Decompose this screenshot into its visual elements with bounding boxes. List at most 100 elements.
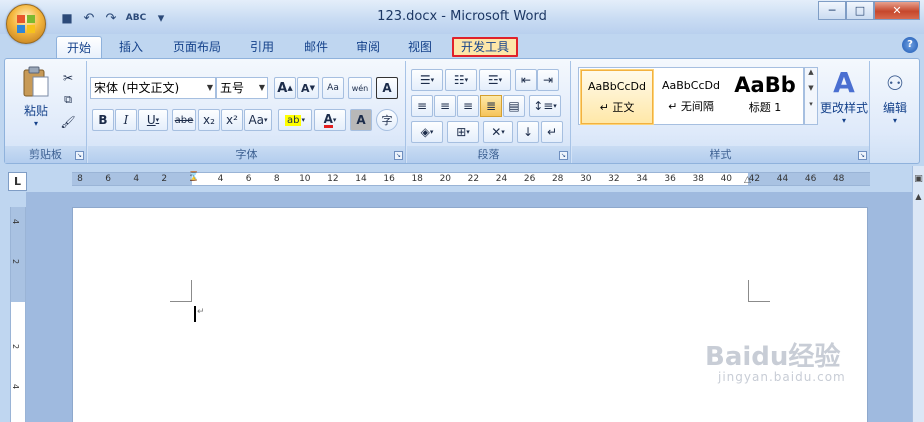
change-case-button[interactable]: Aa ▾: [244, 109, 272, 131]
underline-button[interactable]: U ▾: [138, 109, 168, 131]
tab-mailings[interactable]: 邮件: [294, 36, 338, 58]
style-sample: AaBbCcDd: [662, 79, 720, 92]
ruler-tick: 46: [804, 174, 817, 184]
character-shading-icon[interactable]: A: [350, 109, 372, 131]
change-styles-label: 更改样式: [819, 101, 868, 115]
superscript-button[interactable]: x²: [221, 109, 243, 131]
ruler-tick: 40: [720, 174, 733, 184]
ruler-tick: 32: [608, 174, 620, 184]
style-name: ↵ 正文: [599, 101, 635, 114]
chevron-down-icon: ▾: [841, 116, 846, 125]
shrink-font-icon[interactable]: A ▼: [297, 77, 319, 99]
phonetic-guide-icon[interactable]: wén: [348, 77, 372, 99]
change-styles-icon: A: [833, 66, 855, 99]
format-painter-icon[interactable]: 🖌: [57, 111, 79, 133]
grow-font-icon[interactable]: A ▲: [274, 77, 296, 99]
cut-icon[interactable]: ✂: [57, 67, 79, 89]
vertical-ruler[interactable]: 4 2 2 4: [10, 207, 26, 422]
multilevel-list-icon[interactable]: ☲ ▾: [479, 69, 511, 91]
ruler-toggle-icon[interactable]: ▣: [913, 174, 924, 184]
copy-icon[interactable]: ⧉: [57, 89, 79, 111]
change-styles-button[interactable]: A 更改样式 ▾: [818, 67, 870, 137]
binoculars-icon: ⚇: [886, 71, 904, 95]
align-right-icon[interactable]: ≡: [457, 95, 479, 117]
paragraph-launcher-icon[interactable]: ↘: [559, 151, 568, 160]
strikethrough-button[interactable]: abe: [172, 109, 196, 131]
italic-button[interactable]: I: [115, 109, 137, 131]
scroll-up-icon[interactable]: ▲: [805, 68, 817, 76]
sort-icon[interactable]: ↓: [517, 121, 539, 143]
ruler-tick: 10: [299, 174, 311, 184]
tab-selector-button[interactable]: L: [8, 172, 27, 191]
ruler-tick: 24: [495, 174, 508, 184]
font-name-combo[interactable]: 宋体 (中文正文) ▼: [90, 77, 216, 99]
line-spacing-icon[interactable]: ↕≡ ▾: [529, 95, 561, 117]
style-heading-1[interactable]: AaBb 标题 1: [729, 70, 801, 124]
indent-marker-icon[interactable]: ⌛: [188, 172, 199, 182]
justify-icon[interactable]: ≣: [480, 95, 502, 117]
align-left-icon[interactable]: ≡: [411, 95, 433, 117]
editing-button[interactable]: ⚇ 编辑 ▾: [875, 67, 915, 137]
paste-icon: [23, 66, 49, 97]
highlight-button[interactable]: ab ▾: [278, 109, 312, 131]
borders-icon[interactable]: ⊞ ▾: [447, 121, 479, 143]
vertical-scrollbar[interactable]: ▣ ▲: [912, 166, 924, 422]
close-button[interactable]: ✕: [874, 1, 920, 20]
style-normal[interactable]: AaBbCcDd ↵ 正文: [580, 69, 654, 125]
enclose-characters-icon[interactable]: 字: [376, 109, 398, 131]
ruler-tick: 26: [523, 174, 536, 184]
font-launcher-icon[interactable]: ↘: [394, 151, 403, 160]
window-controls: ─ □ ✕: [818, 1, 920, 20]
ruler-tick: 2: [161, 174, 168, 184]
scroll-up-icon[interactable]: ▲: [913, 192, 924, 201]
scroll-down-icon[interactable]: ▼: [805, 84, 817, 92]
tab-developer[interactable]: 开发工具: [452, 37, 518, 57]
clear-formatting-icon[interactable]: Aa: [322, 77, 344, 99]
decrease-indent-icon[interactable]: ⇤: [515, 69, 537, 91]
bullets-icon[interactable]: ☰ ▾: [411, 69, 443, 91]
office-logo-icon: [17, 15, 35, 33]
styles-launcher-icon[interactable]: ↘: [858, 151, 867, 160]
help-icon[interactable]: ?: [902, 37, 918, 53]
maximize-button[interactable]: □: [846, 1, 874, 20]
right-indent-icon[interactable]: △: [744, 175, 751, 185]
paste-button[interactable]: 粘贴 ▾: [11, 65, 61, 133]
chinese-layout-icon[interactable]: ✕ ▾: [483, 121, 513, 143]
distributed-icon[interactable]: ▤: [503, 95, 525, 117]
ruler-tick: 6: [245, 174, 252, 184]
text-cursor: [194, 306, 196, 322]
minimize-button[interactable]: ─: [818, 1, 846, 20]
window-title: 123.docx - Microsoft Word: [377, 9, 547, 24]
gallery-more-icon[interactable]: ▾: [805, 100, 817, 108]
tab-insert[interactable]: 插入: [108, 36, 154, 58]
editing-group: ⚇ 编辑 ▾: [871, 61, 919, 163]
ruler-tick: 14: [355, 174, 367, 184]
paste-label: 粘贴: [23, 104, 48, 118]
bold-button[interactable]: B: [92, 109, 114, 131]
tab-references[interactable]: 引用: [240, 36, 284, 58]
increase-indent-icon[interactable]: ⇥: [537, 69, 559, 91]
tab-home[interactable]: 开始: [56, 36, 102, 58]
ribbon: 粘贴 ▾ ✂ ⧉ 🖌 剪贴板 ↘ 宋体 (中文正文) ▼ 五号 ▼ A ▲ A ▼ …: [4, 58, 920, 164]
style-gallery-scroll[interactable]: ▲ ▼ ▾: [804, 67, 818, 125]
tab-page-layout[interactable]: 页面布局: [164, 36, 230, 58]
document-page[interactable]: [72, 207, 868, 422]
tab-review[interactable]: 审阅: [346, 36, 390, 58]
office-button[interactable]: [6, 4, 46, 44]
align-center-icon[interactable]: ≡: [434, 95, 456, 117]
font-color-button[interactable]: A ▾: [314, 109, 346, 131]
horizontal-ruler[interactable]: 8 6 4 2 2 4 6 8 10 12 14 16 18 20 22 24 26 28 30 32 34 36 38 40…: [72, 172, 870, 186]
ruler-tick: 16: [383, 174, 395, 184]
clipboard-launcher-icon[interactable]: ↘: [75, 151, 84, 160]
paste-dropdown-icon[interactable]: ▾: [11, 119, 61, 128]
numbering-icon[interactable]: ☷ ▾: [445, 69, 477, 91]
tab-view[interactable]: 视图: [398, 36, 442, 58]
show-marks-icon[interactable]: ↵: [541, 121, 563, 143]
subscript-button[interactable]: x₂: [198, 109, 220, 131]
style-no-spacing[interactable]: AaBbCcDd ↵ 无间隔: [655, 70, 727, 124]
ruler-tick: 8: [273, 174, 280, 184]
font-size-combo[interactable]: 五号 ▼: [216, 77, 268, 99]
shading-icon[interactable]: ◈ ▾: [411, 121, 443, 143]
character-border-icon[interactable]: A: [376, 77, 398, 99]
styles-group: AaBbCcDd ↵ 正文 AaBbCcDd ↵ 无间隔 AaBb 标题 1 ▲…: [572, 61, 870, 163]
